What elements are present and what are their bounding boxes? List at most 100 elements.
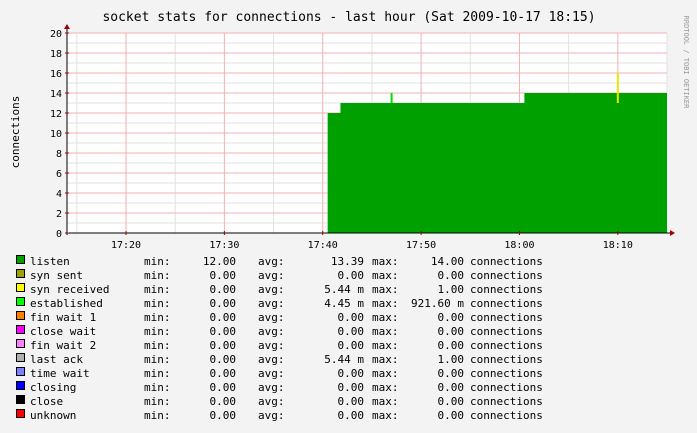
y-tick-label: 2	[56, 209, 62, 220]
legend-max-label: max:	[372, 353, 399, 366]
legend-min-label: min:	[144, 325, 171, 338]
legend-unit: connections	[470, 255, 543, 268]
x-tick-label: 18:00	[504, 240, 534, 251]
legend-min-label: min:	[144, 381, 171, 394]
legend-min-value: 0.00	[209, 395, 237, 408]
legend-avg-label: avg:	[258, 367, 285, 380]
y-tick-label: 20	[50, 29, 62, 40]
legend-unit: connections	[470, 311, 543, 324]
x-axis-arrow	[670, 230, 675, 236]
legend-max-value: 0.00	[437, 311, 465, 324]
legend-max-label: max:	[372, 325, 399, 338]
legend-unit: connections	[470, 395, 543, 408]
legend-min-label: min:	[144, 409, 171, 422]
legend-max-label: max:	[372, 283, 399, 296]
legend-max-value: 0.00	[437, 367, 465, 380]
legend-unit: connections	[470, 353, 543, 366]
y-axis-arrow	[64, 24, 70, 29]
legend-min-value: 0.00	[209, 339, 237, 352]
legend-min-value: 0.00	[209, 325, 237, 338]
legend-avg-value: 0.00	[337, 311, 365, 324]
legend-unit: connections	[470, 297, 543, 310]
legend-unit: connections	[470, 283, 543, 296]
chart-root: 0 2 4 6 8 10 12 14 16 18 20 17:20 17:30 17:40 17:50 18:…	[0, 0, 697, 433]
legend-avg-label: avg:	[258, 255, 285, 268]
legend-series-name: closing	[30, 381, 77, 394]
legend-avg-label: avg:	[258, 381, 285, 394]
legend-min-label: min:	[144, 339, 171, 352]
legend-max-value: 0.00	[437, 325, 465, 338]
x-tick-label: 17:30	[209, 240, 239, 251]
legend-avg-value: 0.00	[337, 325, 365, 338]
legend-avg-value: 0.00	[337, 269, 365, 282]
legend-min-label: min:	[144, 269, 171, 282]
legend-max-value: 0.00	[437, 339, 465, 352]
legend-avg-value: 5.44 m	[324, 353, 364, 366]
legend-swatch	[16, 381, 25, 390]
legend-min-label: min:	[144, 297, 171, 310]
legend-avg-label: avg:	[258, 325, 285, 338]
legend-avg-label: avg:	[258, 297, 285, 310]
legend-min-value: 0.00	[209, 353, 237, 366]
legend-max-value: 0.00	[437, 269, 465, 282]
legend-max-value: 0.00	[437, 381, 465, 394]
legend-min-value: 0.00	[209, 311, 237, 324]
legend-min-label: min:	[144, 255, 171, 268]
legend-min-value: 0.00	[209, 283, 237, 296]
legend-avg-value: 0.00	[337, 339, 365, 352]
legend-swatch	[16, 311, 25, 320]
y-tick-label: 18	[50, 49, 62, 60]
y-tick-label: 4	[56, 189, 62, 200]
y-tick-label: 6	[56, 169, 62, 180]
legend-avg-label: avg:	[258, 395, 285, 408]
legend-unit: connections	[470, 381, 543, 394]
legend-min-label: min:	[144, 353, 171, 366]
y-tick-label: 0	[56, 229, 62, 240]
y-axis-label: connections	[9, 96, 22, 169]
legend-swatch	[16, 297, 25, 306]
legend-avg-value: 0.00	[337, 367, 365, 380]
legend-max-label: max:	[372, 269, 399, 282]
x-tick-label: 17:50	[406, 240, 436, 251]
legend-avg-value: 5.44 m	[324, 283, 364, 296]
legend-series-name: fin wait 1	[30, 311, 97, 324]
legend-max-value: 0.00	[437, 409, 465, 422]
legend-max-label: max:	[372, 297, 399, 310]
legend-swatch	[16, 269, 25, 278]
legend-max-value: 1.00	[437, 283, 465, 296]
y-tick-label: 16	[50, 69, 62, 80]
legend-avg-label: avg:	[258, 339, 285, 352]
legend-max-label: max:	[372, 367, 399, 380]
legend-min-value: 0.00	[209, 409, 237, 422]
legend-avg-value: 4.45 m	[324, 297, 364, 310]
chart-title: socket stats for connections - last hour…	[102, 10, 595, 25]
legend-unit: connections	[470, 325, 543, 338]
y-tick-label: 8	[56, 149, 62, 160]
legend-avg-label: avg:	[258, 409, 285, 422]
legend-min-value: 0.00	[209, 367, 237, 380]
legend-unit: connections	[470, 409, 543, 422]
legend-min-value: 0.00	[209, 269, 237, 282]
legend-max-label: max:	[372, 395, 399, 408]
legend-max-label: max:	[372, 339, 399, 352]
legend-swatch	[16, 255, 25, 264]
legend-avg-value: 0.00	[337, 395, 365, 408]
y-tick-label: 14	[50, 89, 62, 100]
legend-min-label: min:	[144, 395, 171, 408]
legend-avg-label: avg:	[258, 283, 285, 296]
legend-series-name: close wait	[30, 325, 97, 338]
legend-series-name: syn received	[30, 283, 110, 296]
legend-swatch	[16, 283, 25, 292]
legend-min-label: min:	[144, 311, 171, 324]
legend-avg-value: 13.39	[330, 255, 364, 268]
legend-unit: connections	[470, 367, 543, 380]
legend-avg-label: avg:	[258, 353, 285, 366]
legend-series-name: time wait	[30, 367, 90, 380]
legend-series-name: fin wait 2	[30, 339, 97, 352]
legend-swatch	[16, 409, 25, 418]
legend-series-name: close	[30, 395, 64, 408]
legend-min-label: min:	[144, 283, 171, 296]
legend-min-value: 12.00	[202, 255, 236, 268]
legend-unit: connections	[470, 339, 543, 352]
legend-series-name: last ack	[30, 353, 83, 366]
